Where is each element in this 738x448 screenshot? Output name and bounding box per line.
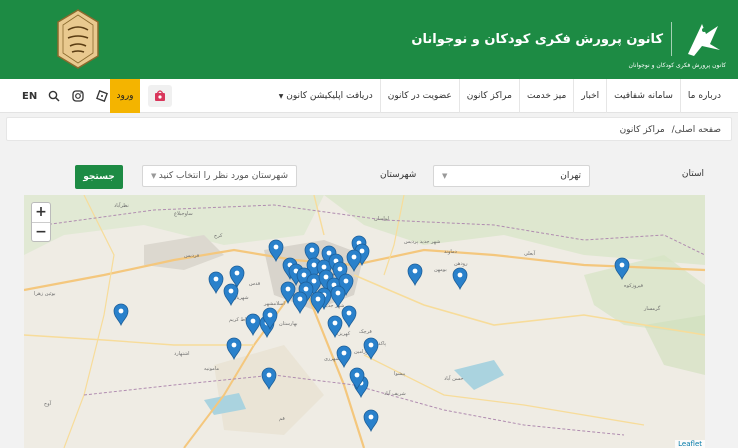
map-place-label: اسلامشهر <box>263 301 285 307</box>
zoom-control: + − <box>31 202 51 242</box>
map-place-label: بهارستان <box>279 321 298 327</box>
map-place-label: نظرآباد <box>114 202 129 209</box>
brand[interactable]: کانون پرورش فکری کودکان و نوجوانان <box>411 12 726 66</box>
cart-icon <box>155 90 165 101</box>
logo-caption: کانون پرورش فکری کودکان و نوجوانان <box>628 62 726 69</box>
instagram-icon[interactable] <box>71 89 85 103</box>
map-place-label: لواسان <box>374 216 389 222</box>
map-place-label: حسن آباد <box>444 375 463 382</box>
map-place-label: پیشوا <box>394 371 406 377</box>
breadcrumb: صفحه اصلی/ مراکز کانون <box>6 117 732 141</box>
map-place-label: کرج <box>214 233 223 239</box>
breadcrumb-home[interactable]: صفحه اصلی/ <box>672 125 721 135</box>
map-place-label: شهرری <box>324 356 340 362</box>
map-place-label: بومهن <box>434 267 447 273</box>
map-place-label: آوج <box>44 400 52 407</box>
map-place-label: قم <box>279 416 285 422</box>
map-place-label: اشتهارد <box>174 351 190 357</box>
language-switch[interactable]: EN <box>22 91 37 102</box>
map-place-label: آبعلی <box>524 250 536 257</box>
nav-item-centers[interactable]: مراکز کانون <box>458 79 519 113</box>
map-place-label: ساوجبلاغ <box>174 211 193 217</box>
nav-item-news[interactable]: اخبار <box>573 79 606 113</box>
map-canvas[interactable]: نظرآبادکرجساوجبلاغفردیسشهریاراسلامشهرقدس… <box>24 195 705 448</box>
province-select-value: تهران <box>560 171 581 181</box>
centers-map[interactable]: نظرآباد کرج ساوجبلاغ فردیس شهریار اسلامشهر قدس… <box>24 195 705 448</box>
province-label: استان <box>681 169 704 179</box>
map-place-label: دماوند <box>444 249 457 255</box>
main-nav: درباره ما سامانه شفافیت اخبار میز خدمت م… <box>0 79 738 113</box>
site-title: کانون پرورش فکری کودکان و نوجوانان <box>411 31 663 47</box>
city-label: شهرستان <box>380 170 417 180</box>
nav-item-service-desk[interactable]: میز خدمت <box>518 79 573 113</box>
zoom-in-button[interactable]: + <box>32 203 50 222</box>
aparat-icon[interactable] <box>95 89 109 103</box>
province-select[interactable]: تهران ▼ <box>433 165 590 187</box>
map-place-label: قدس <box>249 281 261 287</box>
city-select[interactable]: شهرستان مورد نظر را انتخاب کنید ▼ <box>142 165 297 187</box>
login-button[interactable]: ورود <box>110 79 140 113</box>
map-place-label: قرچک <box>359 329 372 335</box>
nav-menu: درباره ما سامانه شفافیت اخبار میز خدمت م… <box>272 79 728 113</box>
breadcrumb-current: مراکز کانون <box>619 125 665 135</box>
nav-item-app[interactable]: دریافت اپلیکیشن کانون ▼ <box>272 79 380 113</box>
map-place-label: فیروزکوه <box>624 283 644 289</box>
kanoon-bird-logo <box>688 24 720 56</box>
nav-tools: EN <box>22 79 109 113</box>
zoom-out-button[interactable]: − <box>32 222 50 241</box>
city-select-placeholder: شهرستان مورد نظر را انتخاب کنید <box>158 171 288 181</box>
nav-item-app-label: دریافت اپلیکیشن کانون <box>286 91 373 101</box>
map-place-label: مامونیه <box>204 366 219 372</box>
caret-down-icon: ▼ <box>278 93 284 100</box>
nav-item-about[interactable]: درباره ما <box>679 79 728 113</box>
chevron-down-icon: ▼ <box>442 172 448 180</box>
nav-item-membership[interactable]: عضویت در کانون <box>379 79 459 113</box>
map-attribution[interactable]: Leaflet <box>675 440 705 448</box>
map-place-label: فردیس <box>184 253 200 259</box>
search-icon[interactable] <box>47 89 61 103</box>
map-place-label: شریف آباد <box>384 390 406 397</box>
chevron-down-icon: ▼ <box>151 172 157 180</box>
map-place-label: بوئین زهرا <box>34 291 55 297</box>
map-place-label: شهر جدید پردیس <box>404 239 440 245</box>
brand-divider <box>671 22 672 56</box>
site-header: کانون پرورش فکری کودکان و نوجوانان کانون… <box>0 0 738 79</box>
calligraphy-seal-icon <box>57 9 99 69</box>
cart-button[interactable] <box>148 85 172 107</box>
map-place-label: گرمسار <box>643 305 661 312</box>
nav-item-transparency[interactable]: سامانه شفافیت <box>606 79 680 113</box>
search-button[interactable]: جستجو <box>75 165 123 189</box>
map-place-label: رودهن <box>454 261 468 267</box>
